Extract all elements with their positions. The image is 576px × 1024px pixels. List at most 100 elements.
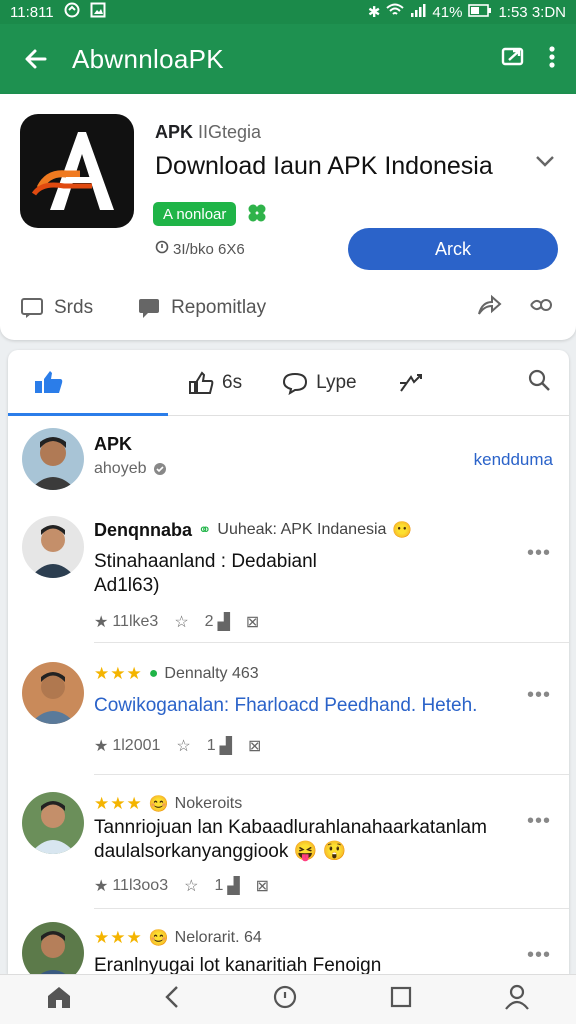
- avatar: [22, 792, 84, 854]
- emoji-icon: 😊: [148, 930, 169, 947]
- share-count: 2: [204, 613, 214, 630]
- post-stats: ★ 1l2001 ☆ 1 ▟ ⊠: [94, 736, 261, 756]
- chart-icon: ▟: [217, 614, 230, 631]
- emoji-icon: 😊: [148, 796, 169, 813]
- like-stat[interactable]: ☆: [174, 612, 188, 632]
- star-outline-icon: ★: [94, 614, 109, 631]
- like-stat[interactable]: ☆: [184, 876, 198, 896]
- more-options-button[interactable]: •••: [527, 542, 551, 565]
- divider: [94, 908, 569, 909]
- share-button[interactable]: [476, 293, 502, 323]
- app-name: Download Iaun APK Indonesia: [155, 152, 493, 180]
- message-icon: [139, 299, 160, 318]
- tab-likes[interactable]: 6s: [168, 350, 242, 416]
- like-stat[interactable]: ☆: [176, 736, 190, 756]
- follow-link[interactable]: kendduma: [474, 450, 553, 470]
- bookmark-stat[interactable]: ⊠: [256, 876, 269, 896]
- nav-back[interactable]: [162, 984, 182, 1015]
- feed-card: 6s Lype APK ahoyeb kendduma Denqnnaba ⚭ …: [8, 350, 569, 974]
- views-count: 11lke3: [112, 613, 159, 630]
- report-action[interactable]: Repomitlay: [137, 297, 266, 319]
- nav-home-circle[interactable]: [272, 984, 298, 1015]
- divider: [94, 774, 569, 775]
- sync-icon: [64, 2, 80, 22]
- publisher-label: APK: [155, 122, 194, 142]
- more-options-button[interactable]: •••: [527, 944, 551, 967]
- app-meta: 3I/bko 6X6: [155, 240, 245, 258]
- star-outline-icon: ★: [94, 738, 109, 755]
- post-rating-text: Dennalty 463: [164, 665, 259, 682]
- link-chain-icon: ⚭: [198, 522, 212, 539]
- nav-profile[interactable]: [503, 983, 531, 1016]
- tab-likes-label: 6s: [222, 371, 243, 393]
- bookmark-stat[interactable]: ⊠: [248, 736, 261, 756]
- battery-icon: [468, 3, 492, 21]
- post-body: Cowikoganalan: Fharloacd Peedhand. Heteh…: [94, 695, 478, 716]
- bluetooth-icon: ✱: [367, 4, 381, 21]
- rating-stars-icon: ★★★: [94, 794, 143, 813]
- share-stat[interactable]: 1 ▟: [214, 876, 239, 896]
- post-body-2-text: daulalsorkanyanggiook: [94, 841, 289, 862]
- reviews-action[interactable]: Srds: [20, 297, 93, 319]
- post-rating-text: Nelorarit. 64: [174, 929, 262, 946]
- app-action-row: Srds Repomitlay: [0, 290, 576, 326]
- share-count: 1: [214, 877, 224, 894]
- square-icon: [390, 986, 411, 1008]
- signal-icon: [410, 3, 426, 21]
- share-arrow-icon: [478, 294, 502, 315]
- share-stat[interactable]: 2 ▟: [205, 612, 230, 632]
- trending-icon: [35, 371, 63, 393]
- gallery-icon: [90, 2, 106, 22]
- app-info-card: APK IIGtegia Download Iaun APK Indonesia…: [0, 94, 576, 340]
- share-window-button[interactable]: [500, 44, 526, 75]
- post-body: Eranlnyugai lot kanaritiah Fenoign: [94, 955, 382, 974]
- post-author: APK: [94, 434, 133, 454]
- more-options-button[interactable]: •••: [527, 810, 551, 833]
- chart-icon: ▟: [219, 738, 232, 755]
- battery-percent: 41%: [432, 3, 463, 21]
- share-count: 1: [206, 737, 216, 754]
- tab-sparkle[interactable]: [357, 350, 425, 416]
- tab-comments[interactable]: Lype: [242, 350, 357, 416]
- post-stats: ★ 11l3oo3 ☆ 1 ▟ ⊠: [94, 876, 269, 896]
- post-tag-text: Uuheak: APK Indanesia: [217, 521, 387, 538]
- bottom-nav: [0, 974, 576, 1024]
- install-button[interactable]: Arck: [348, 228, 558, 270]
- arrow-left-icon: [25, 49, 47, 69]
- thumbs-up-icon: [189, 370, 214, 394]
- reviews-label: Srds: [54, 297, 94, 318]
- avatar: [22, 922, 84, 974]
- back-button[interactable]: [0, 24, 72, 94]
- nav-recents[interactable]: [388, 984, 414, 1015]
- wifi-icon: [386, 3, 405, 21]
- emoji-icon: 😝: [293, 841, 318, 862]
- bookmark-stat[interactable]: ⊠: [246, 612, 259, 632]
- app-publisher[interactable]: APK IIGtegia: [155, 122, 261, 143]
- verified-icon: [153, 463, 166, 475]
- views-stat[interactable]: ★ 1l2001: [94, 736, 160, 756]
- overflow-menu-button[interactable]: [548, 44, 556, 75]
- star-icon: ☆: [184, 878, 199, 895]
- status-bar: 11:811 ✱ 41% 1:53 3:DN: [0, 0, 576, 24]
- clover-icon: [246, 202, 268, 229]
- nav-home[interactable]: [45, 984, 73, 1015]
- post-body-2: Ad1l63): [94, 575, 160, 596]
- comment-icon: [21, 298, 43, 318]
- share-stat[interactable]: 1 ▟: [207, 736, 232, 756]
- more-options-button[interactable]: •••: [527, 684, 551, 707]
- search-button[interactable]: [527, 368, 569, 397]
- link-button[interactable]: [528, 294, 556, 322]
- views-count: 1l2001: [112, 737, 161, 754]
- views-stat[interactable]: ★ 11lke3: [94, 612, 158, 632]
- expand-button[interactable]: [534, 154, 556, 173]
- report-label: Repomitlay: [171, 297, 267, 318]
- more-vert-icon: [549, 45, 555, 68]
- views-stat[interactable]: ★ 11l3oo3: [94, 876, 168, 896]
- sparkle-icon: [399, 373, 422, 392]
- app-meta-text: 3I/bko 6X6: [173, 240, 245, 258]
- circle-icon: [273, 985, 297, 1009]
- tab-trending[interactable]: [8, 350, 168, 416]
- search-icon: [528, 369, 550, 391]
- post-stats: ★ 11lke3 ☆ 2 ▟ ⊠: [94, 612, 259, 632]
- open-external-icon: [501, 47, 524, 65]
